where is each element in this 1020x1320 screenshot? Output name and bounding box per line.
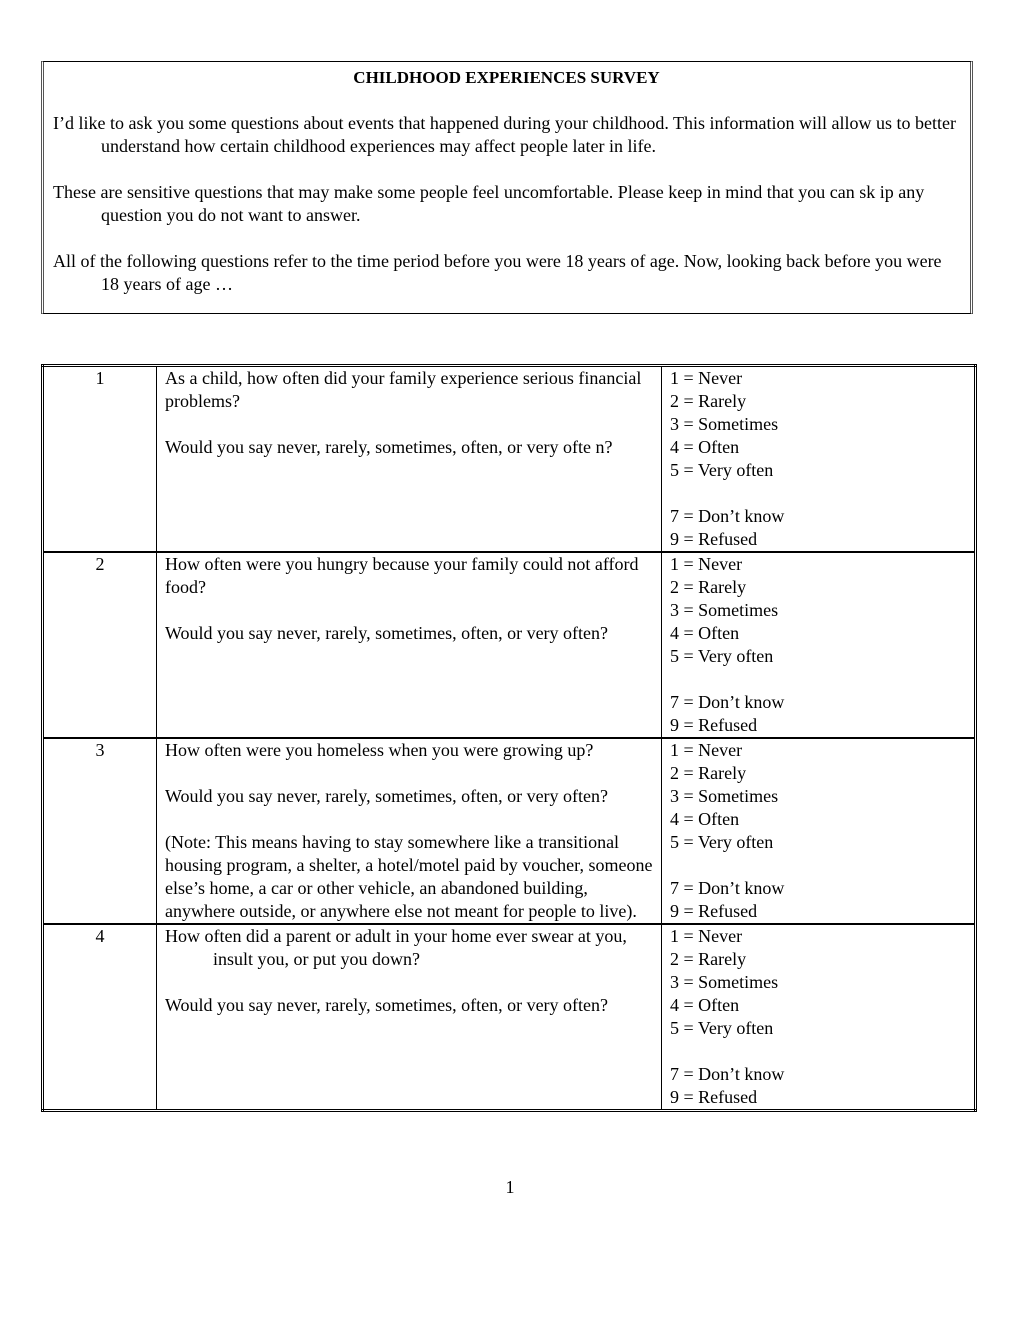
answer-option: 2 = Rarely [670, 763, 747, 783]
question-row: 1 As a child, how often did your family e… [42, 365, 976, 553]
answer-options-cell: 1 = Never 2 = Rarely 3 = Sometimes 4 = Ofte… [661, 365, 976, 553]
question-text: How often were you homeless when you wer… [165, 740, 594, 760]
answer-option: 1 = Never [670, 926, 743, 946]
answer-options-cell: 1 = Never 2 = Rarely 3 = Sometimes 4 = Ofte… [661, 923, 976, 1111]
page-number: 1 [505, 1177, 515, 1197]
answer-option: 5 = Very often [670, 646, 774, 666]
answer-option: 1 = Never [670, 368, 743, 388]
question-text-cell: How often were you hungry because your f… [156, 551, 662, 739]
intro-paragraph-3: All of the following questions refer to … [53, 251, 942, 294]
answer-option: 3 = Sometimes [670, 972, 779, 992]
answer-option: 9 = Refused [670, 529, 758, 549]
question-prompt: Would you say never, rarely, sometimes, … [165, 995, 609, 1015]
question-prompt: Would you say never, rarely, sometimes, … [165, 786, 609, 806]
question-text-cell: How often did a parent or adult in your … [156, 923, 662, 1111]
question-number: 1 [42, 365, 157, 553]
answer-option: 9 = Refused [670, 901, 758, 921]
answer-option: 5 = Very often [670, 1018, 774, 1038]
answer-option: 2 = Rarely [670, 949, 747, 969]
answer-options-cell: 1 = Never 2 = Rarely 3 = Sometimes 4 = Ofte… [661, 737, 976, 925]
question-text: How often were you hungry because your f… [165, 554, 639, 597]
answer-option: 7 = Don’t know [670, 1064, 785, 1084]
question-note: (Note: This means having to stay somewhe… [165, 832, 653, 921]
question-prompt: Would you say never, rarely, sometimes, … [165, 437, 613, 457]
answer-options-cell: 1 = Never 2 = Rarely 3 = Sometimes 4 = Ofte… [661, 551, 976, 739]
question-row: 3 How often were you homeless when you we… [42, 737, 976, 925]
question-number: 2 [42, 551, 157, 739]
answer-option: 2 = Rarely [670, 577, 747, 597]
answer-option: 3 = Sometimes [670, 414, 779, 434]
answer-option: 1 = Never [670, 740, 743, 760]
question-number: 3 [42, 737, 157, 925]
answer-option: 4 = Often [670, 437, 740, 457]
answer-option [670, 1040, 966, 1063]
question-text-cell: How often were you homeless when you wer… [156, 737, 662, 925]
answer-option: 4 = Often [670, 809, 740, 829]
survey-title: CHILDHOOD EXPERIENCES SURVEY [353, 68, 660, 87]
question-text: As a child, how often did your family ex… [165, 368, 642, 411]
question-text: How often did a parent or adult in your … [165, 926, 627, 969]
answer-option: 2 = Rarely [670, 391, 747, 411]
question-row: 4 How often did a parent or adult in your… [42, 923, 976, 1111]
answer-option: 9 = Refused [670, 1087, 758, 1107]
answer-option: 1 = Never [670, 554, 743, 574]
answer-option: 3 = Sometimes [670, 600, 779, 620]
answer-option: 7 = Don’t know [670, 692, 785, 712]
question-text-cell: As a child, how often did your family ex… [156, 365, 662, 553]
question-prompt: Would you say never, rarely, sometimes, … [165, 623, 609, 643]
question-number: 4 [42, 923, 157, 1111]
answer-option: 7 = Don’t know [670, 506, 785, 526]
questions-table: 1 As a child, how often did your family e… [41, 364, 977, 1112]
answer-option: 7 = Don’t know [670, 878, 785, 898]
answer-option: 5 = Very often [670, 460, 774, 480]
question-row: 2 How often were you hungry because your … [42, 551, 976, 739]
answer-option [670, 482, 966, 505]
answer-option: 9 = Refused [670, 715, 758, 735]
answer-option [670, 668, 966, 691]
answer-option: 4 = Often [670, 623, 740, 643]
answer-option: 5 = Very often [670, 832, 774, 852]
intro-paragraph-1: I’d like to ask you some questions about… [53, 113, 957, 156]
intro-box: CHILDHOOD EXPERIENCES SURVEY I’d like to… [41, 61, 973, 314]
answer-option [670, 854, 966, 877]
intro-paragraph-2: These are sensitive questions that may m… [53, 182, 925, 225]
answer-option: 4 = Often [670, 995, 740, 1015]
answer-option: 3 = Sometimes [670, 786, 779, 806]
